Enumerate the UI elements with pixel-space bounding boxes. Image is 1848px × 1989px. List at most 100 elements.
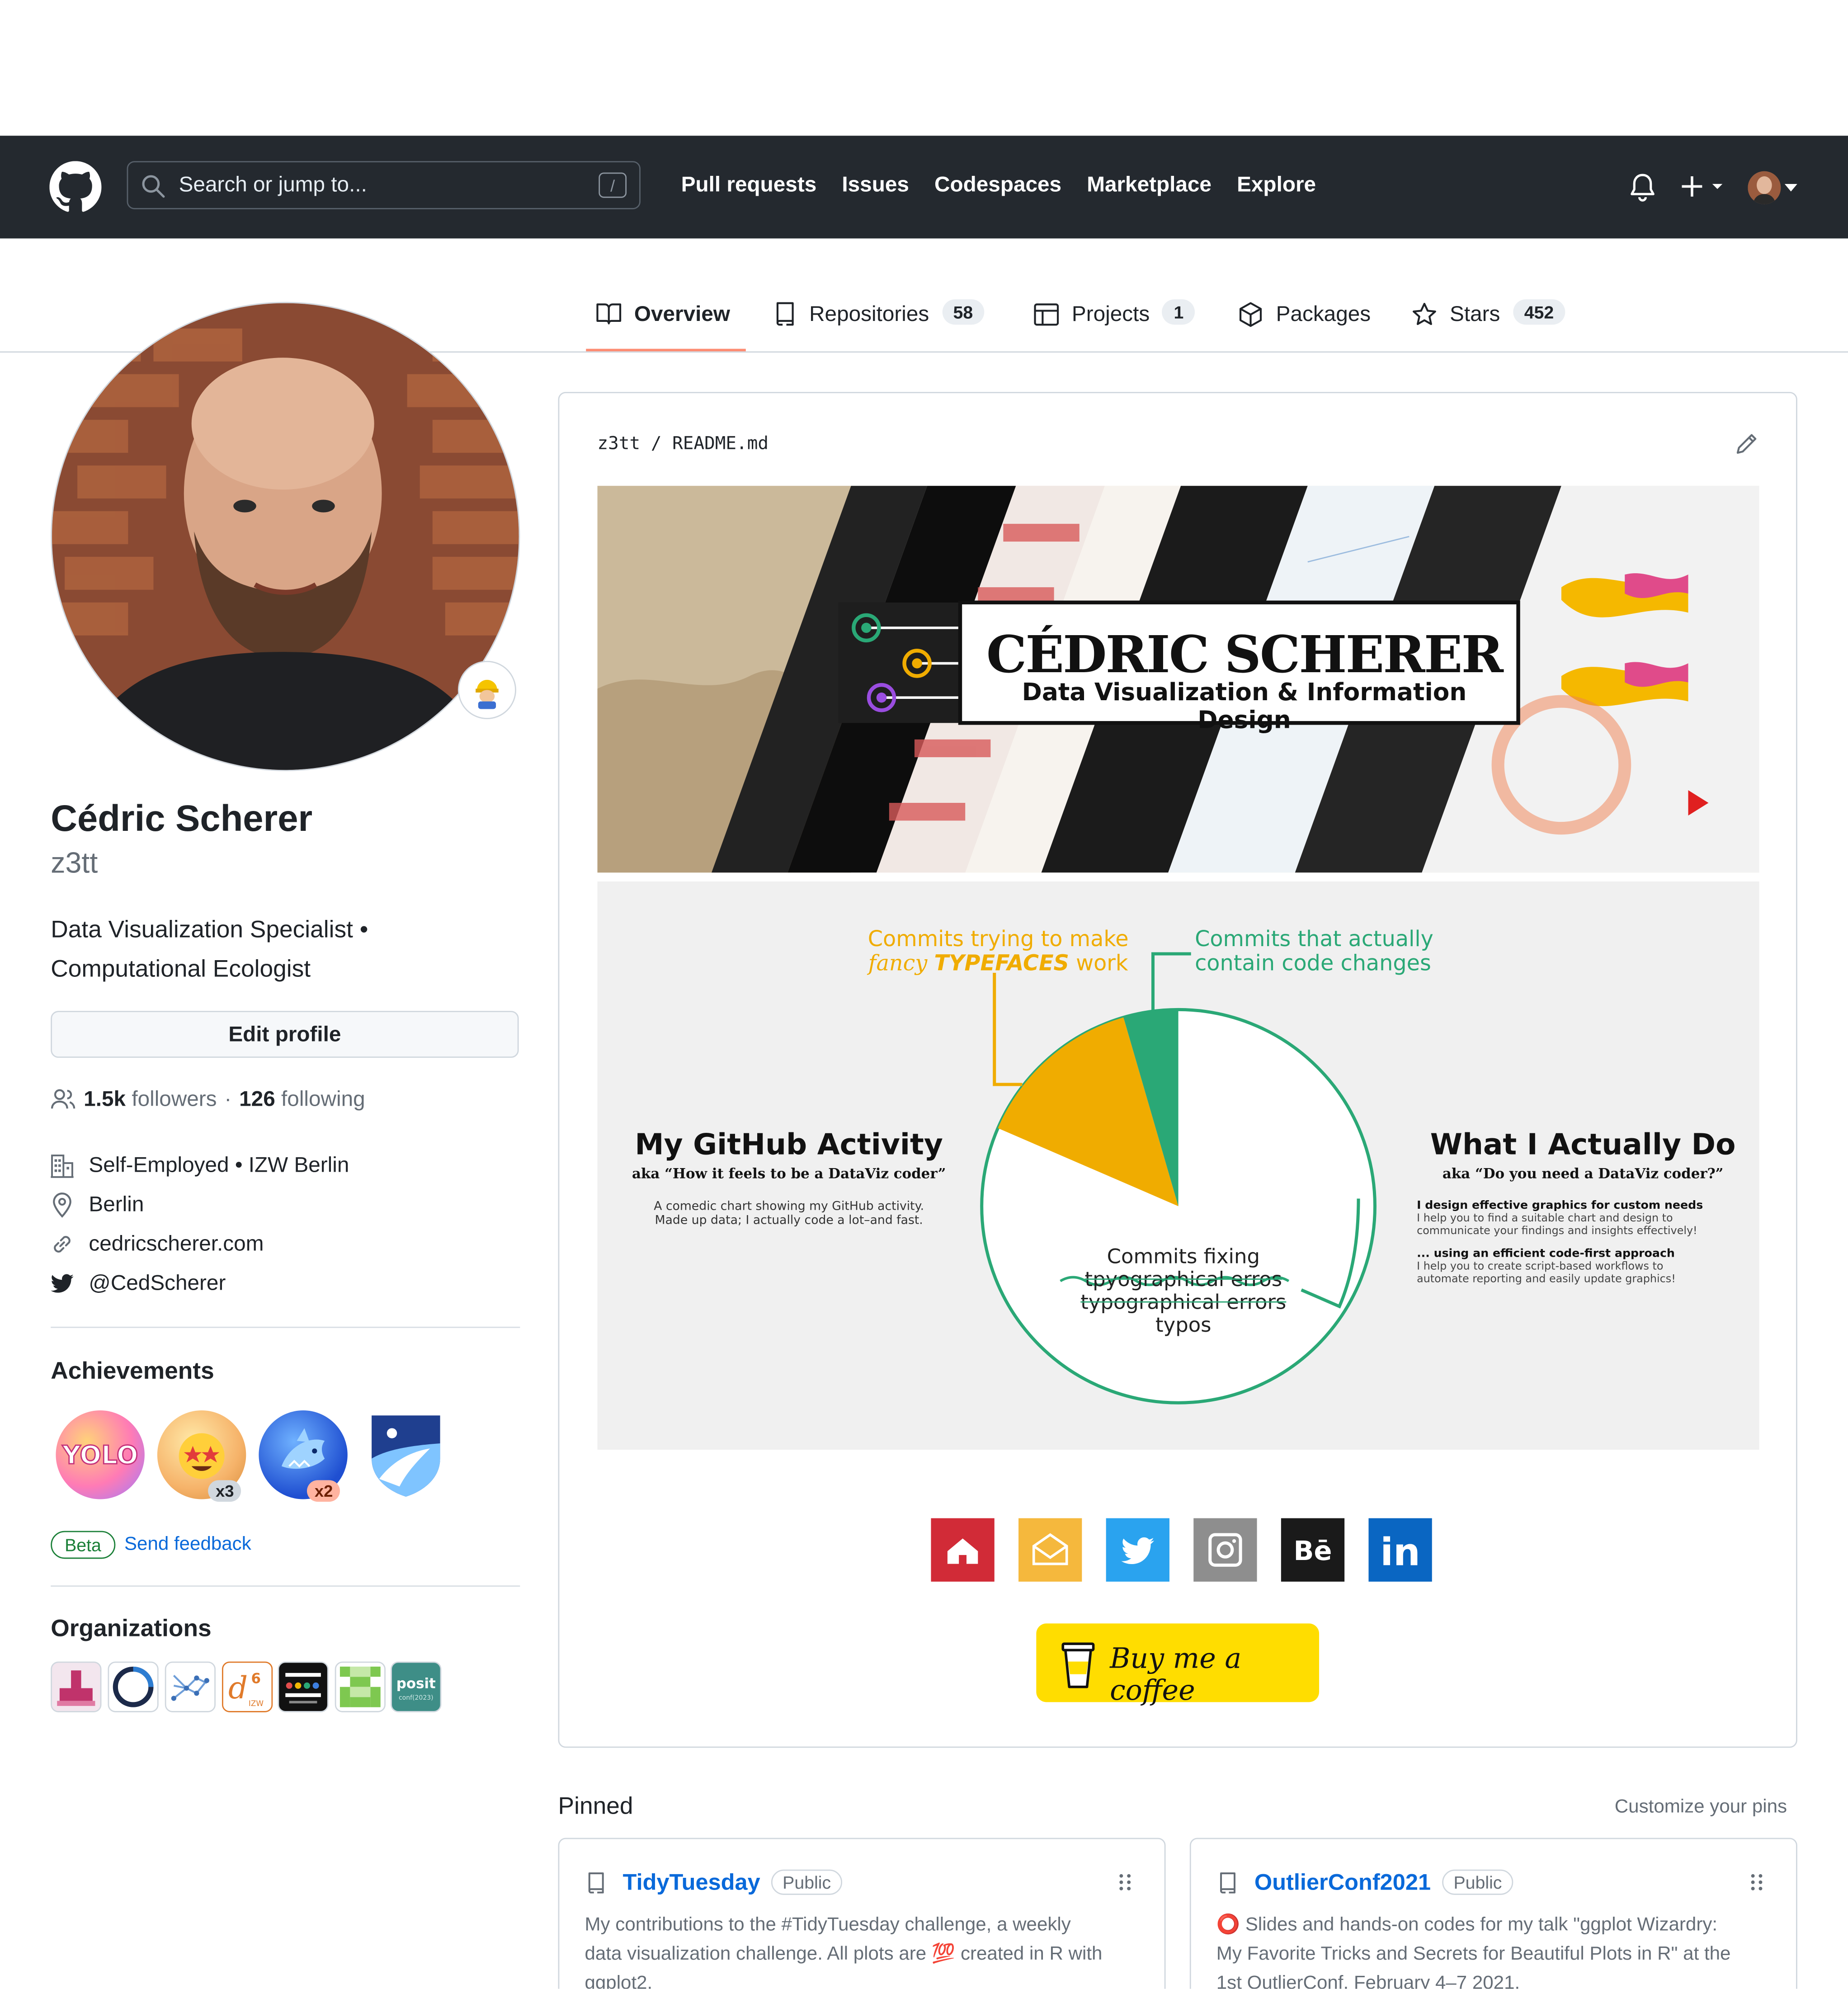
- bell-icon[interactable]: [1629, 173, 1657, 203]
- twitter-social-link[interactable]: [1106, 1518, 1169, 1582]
- organization-avatar[interactable]: d 6 IZW: [222, 1661, 273, 1712]
- pencil-edit-icon[interactable]: [1734, 431, 1759, 457]
- location-pin-icon: [53, 1192, 71, 1218]
- svg-text:YOLO: YOLO: [62, 1441, 138, 1470]
- nav-codespaces[interactable]: Codespaces: [934, 173, 1061, 198]
- right-text: communicate your findings and insights e…: [1417, 1225, 1697, 1238]
- twitter-handle[interactable]: @CedScherer: [89, 1271, 226, 1296]
- pull-shark-multiplier: x2: [307, 1480, 341, 1502]
- svg-text:6: 6: [251, 1670, 261, 1687]
- activity-chart: Commits trying to make fancy TYPEFACES w…: [597, 881, 1759, 1450]
- following-count: 126: [239, 1087, 275, 1111]
- profile-avatar[interactable]: [51, 302, 520, 771]
- profile-website[interactable]: cedricscherer.com: [51, 1231, 264, 1257]
- pinned-repo-name[interactable]: TidyTuesday: [623, 1870, 760, 1896]
- profile-twitter[interactable]: @CedScherer: [51, 1271, 226, 1296]
- nav-issues[interactable]: Issues: [842, 173, 909, 198]
- nav-explore[interactable]: Explore: [1237, 173, 1316, 198]
- sidebar-divider: [51, 1585, 520, 1587]
- followers-label: followers: [132, 1087, 217, 1111]
- org-posit-conf-logo-icon: posit conf(2023): [396, 1676, 436, 1701]
- organization-avatar[interactable]: [278, 1661, 329, 1712]
- location-text: Berlin: [89, 1192, 144, 1216]
- label-line: contain code changes: [1195, 951, 1431, 977]
- org-ring-logo-icon: [113, 1666, 154, 1707]
- followers-link[interactable]: 1.5k followers: [84, 1087, 217, 1112]
- drag-grabber-icon[interactable]: [1119, 1872, 1131, 1892]
- desc-line: 1st OutlierConf, February 4–7 2021.: [1216, 1972, 1520, 1989]
- customize-pins-link[interactable]: Customize your pins: [1615, 1796, 1787, 1818]
- organization-avatar[interactable]: posit conf(2023): [391, 1661, 442, 1712]
- tab-stars[interactable]: Stars 452: [1412, 292, 1565, 350]
- tab-packages[interactable]: Packages: [1238, 292, 1371, 350]
- pinned-repo-card[interactable]: TidyTuesday Public My contributions to t…: [558, 1838, 1166, 1989]
- tab-label: Overview: [634, 302, 731, 326]
- organization-avatar[interactable]: [335, 1661, 386, 1712]
- profile-company: Self-Employed • IZW Berlin: [51, 1153, 349, 1178]
- global-nav: Pull requests Issues Codespaces Marketpl…: [681, 173, 1316, 198]
- bio-line: Computational Ecologist: [51, 956, 311, 983]
- right-bullet: ... using an efficient code-first approa…: [1417, 1248, 1675, 1261]
- nav-pull-requests[interactable]: Pull requests: [681, 173, 817, 198]
- edit-profile-button[interactable]: Edit profile: [51, 1011, 519, 1058]
- organizations-title: Organizations: [51, 1616, 212, 1643]
- email-social-link[interactable]: [1018, 1518, 1082, 1582]
- following-link[interactable]: 126 following: [239, 1087, 365, 1112]
- tab-label: Stars: [1450, 302, 1500, 326]
- organization-avatar[interactable]: [108, 1661, 159, 1712]
- send-feedback-link[interactable]: Send feedback: [124, 1533, 251, 1555]
- tab-projects[interactable]: Projects 1: [1034, 292, 1195, 350]
- github-logo-icon[interactable]: [49, 161, 102, 213]
- tab-label: Repositories: [809, 302, 929, 326]
- organization-avatar[interactable]: [165, 1661, 216, 1712]
- pinned-repo-description: My contributions to the #TidyTuesday cha…: [585, 1910, 1143, 1989]
- readme-owner-link[interactable]: z3tt: [598, 434, 641, 454]
- svg-text:IZW: IZW: [249, 1699, 264, 1708]
- buy-me-a-coffee-button[interactable]: Buy me a coffee: [1036, 1623, 1320, 1707]
- profile-photo-icon: [52, 303, 519, 770]
- drag-grabber-icon[interactable]: [1750, 1872, 1763, 1892]
- svg-text:in: in: [1380, 1530, 1420, 1574]
- tab-counter: 58: [942, 299, 985, 325]
- linkedin-social-link[interactable]: in: [1368, 1518, 1432, 1582]
- sidebar-divider: [51, 1326, 520, 1328]
- create-new-dropdown-icon[interactable]: [1682, 174, 1727, 199]
- user-avatar-menu[interactable]: [1748, 171, 1781, 204]
- yolo-icon: YOLO: [61, 1440, 139, 1471]
- chart-title: My GitHub Activity: [635, 1129, 943, 1162]
- org-d6-izw-logo-icon: d 6 IZW: [228, 1670, 264, 1708]
- pinned-repo-card[interactable]: OutlierConf2021 Public ⭕ Slides and hand…: [1189, 1838, 1797, 1989]
- label-code-changes: Commits that actually contain code chang…: [1195, 928, 1486, 977]
- link-icon: [54, 1236, 71, 1253]
- pinned-repo-name[interactable]: OutlierConf2021: [1254, 1870, 1431, 1896]
- behance-social-link[interactable]: Bē: [1281, 1518, 1345, 1582]
- tab-repositories[interactable]: Repositories 58: [774, 292, 985, 350]
- profile-readme: z3tt / README.md CÉDRIC SCHERER Data Vis…: [558, 391, 1797, 1748]
- repo-icon: [1220, 1872, 1235, 1894]
- status-emoji-button[interactable]: [457, 660, 516, 719]
- website-link[interactable]: cedricscherer.com: [89, 1231, 264, 1257]
- achievements-title: Achievements: [51, 1358, 214, 1385]
- banner-title: CÉDRIC SCHERER: [986, 625, 1504, 685]
- label-line: tpyographical erros: [1084, 1267, 1282, 1291]
- svg-text:Bē: Bē: [1294, 1535, 1332, 1566]
- pinned-repo-description: ⭕ Slides and hands-on codes for my talk …: [1216, 1910, 1775, 1989]
- desc-line: ggplot2.: [585, 1972, 653, 1989]
- right-text: I help you to find a suitable chart and …: [1417, 1212, 1673, 1225]
- starstruck-multiplier: x3: [208, 1480, 242, 1502]
- nav-marketplace[interactable]: Marketplace: [1087, 173, 1212, 198]
- organization-avatar[interactable]: [51, 1661, 102, 1712]
- tab-overview[interactable]: Overview: [596, 292, 730, 350]
- instagram-social-link[interactable]: [1193, 1518, 1257, 1582]
- avatar-chevron-down-icon: [1784, 184, 1797, 192]
- work-word: work: [1076, 951, 1128, 977]
- achievement-arctic-code-vault-badge[interactable]: [362, 1410, 450, 1499]
- readme-path: z3tt / README.md: [598, 434, 768, 454]
- search-input[interactable]: Search or jump to... /: [127, 161, 641, 209]
- people-icon: [51, 1089, 75, 1109]
- package-icon: [1239, 302, 1262, 327]
- website-social-link[interactable]: [931, 1518, 995, 1582]
- star-icon: [1412, 302, 1436, 325]
- achievement-yolo-badge[interactable]: YOLO: [56, 1410, 145, 1499]
- twitter-icon: [1121, 1537, 1155, 1565]
